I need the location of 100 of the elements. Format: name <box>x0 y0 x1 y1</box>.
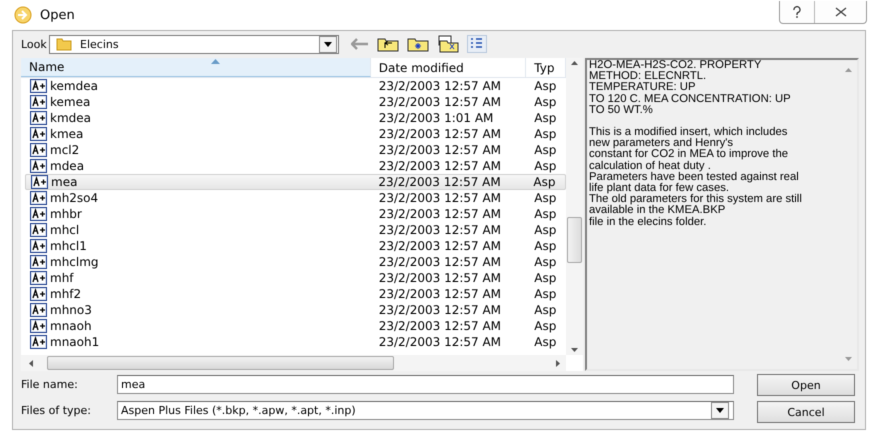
new-folder-icon[interactable] <box>407 36 429 52</box>
vertical-scrollbar[interactable] <box>566 58 583 355</box>
file-row[interactable]: mhno3 23/2/2003 12:57 AM Asp <box>25 302 566 318</box>
preview-text: H2O-MEA-H2S-CO2. PROPERTY <box>589 60 762 71</box>
file-row[interactable]: mnaoh1 23/2/2003 12:57 AM Asp <box>25 334 566 350</box>
file-name[interactable]: kemdea <box>50 79 98 93</box>
look-in-dropdown[interactable]: Elecins <box>49 34 339 54</box>
file-type-dropdown[interactable]: Aspen Plus Files (*.bkp, *.apw, *.apt, *.inp) <box>117 401 734 420</box>
file-name-label: File name: <box>21 378 79 391</box>
column-header[interactable]: Date modified <box>370 58 526 77</box>
type-cell-text: Asp <box>533 79 558 93</box>
file-name[interactable]: mhf <box>50 271 74 285</box>
preview-text: METHOD: ELECNRTL. <box>589 71 708 82</box>
scroll-up-arrow-icon[interactable] <box>571 61 578 65</box>
close-icon <box>834 7 846 17</box>
file-name[interactable]: mcl2 <box>50 143 80 157</box>
scroll-thumb[interactable] <box>47 356 394 370</box>
file-row[interactable]: mnaoh 23/2/2003 12:57 AM Asp <box>25 318 566 334</box>
file-type-label: Files of type: <box>21 404 92 417</box>
file-name[interactable]: mh2so4 <box>50 191 98 205</box>
date-cell-text: 23/2/2003 12:57 AM <box>378 319 502 333</box>
file-name[interactable]: mdea <box>50 159 84 173</box>
file-icon <box>30 303 47 317</box>
file-name[interactable]: mhclmg <box>50 255 99 269</box>
date-cell-text: 23/2/2003 12:57 AM <box>378 239 502 253</box>
details-view-icon[interactable] <box>467 35 487 53</box>
preview-text: file in the elecins folder. <box>589 216 708 228</box>
file-name[interactable]: kmea <box>50 127 84 141</box>
desktop-folder-icon[interactable] <box>437 35 459 53</box>
date-cell-text: 23/2/2003 12:57 AM <box>378 127 502 141</box>
type-cell-text: Asp <box>533 255 558 269</box>
type-cell-text: Asp <box>533 159 558 173</box>
file-row[interactable]: kemdea 23/2/2003 12:57 AM Asp <box>25 78 566 94</box>
dialog-button[interactable]: Cancel <box>757 401 855 423</box>
column-header[interactable]: Name <box>21 58 371 77</box>
file-icon <box>30 95 47 109</box>
file-name[interactable]: kmdea <box>50 111 91 125</box>
date-cell-text: 23/2/2003 12:57 AM <box>378 335 502 349</box>
file-row[interactable]: mh2so4 23/2/2003 12:57 AM Asp <box>25 190 566 206</box>
file-icon <box>30 111 47 125</box>
file-icon <box>30 239 47 253</box>
date-cell-text: 23/2/2003 12:57 AM <box>378 287 502 301</box>
file-row[interactable]: mea 23/2/2003 12:57 AM Asp <box>25 174 566 190</box>
file-row[interactable]: mhcl 23/2/2003 12:57 AM Asp <box>25 222 566 238</box>
file-icon <box>30 127 47 141</box>
preview-text: available in the KMEA.BKP <box>589 205 726 216</box>
date-cell-text: 23/2/2003 1:01 AM <box>378 111 494 125</box>
file-name-field[interactable]: mea <box>117 375 734 394</box>
file-row[interactable]: mhbr 23/2/2003 12:57 AM Asp <box>25 206 566 222</box>
file-icon <box>30 255 47 269</box>
file-name[interactable]: mea <box>51 175 78 189</box>
preview-text: The old parameters for this system are still <box>589 194 803 206</box>
file-row[interactable]: mhf2 23/2/2003 12:57 AM Asp <box>25 286 566 302</box>
look-in-label: Look <box>21 38 48 50</box>
file-icon <box>30 207 47 221</box>
date-cell-text: 23/2/2003 12:57 AM <box>378 271 502 285</box>
preview-text: calculation of heat duty . <box>589 160 711 172</box>
file-row[interactable]: mhclmg 23/2/2003 12:57 AM Asp <box>25 254 566 270</box>
preview-text: TEMPERATURE: UP <box>589 82 696 94</box>
date-cell-text: 23/2/2003 12:57 AM <box>378 255 502 269</box>
file-icon <box>30 191 47 205</box>
file-row[interactable]: mhcl1 23/2/2003 12:57 AM Asp <box>25 238 566 254</box>
type-cell-text: Asp <box>533 271 558 285</box>
sort-arrow-icon <box>211 59 220 64</box>
type-cell-text: Asp <box>533 127 558 141</box>
file-row[interactable]: kmea 23/2/2003 12:57 AM Asp <box>25 126 566 142</box>
file-name[interactable]: mnaoh1 <box>50 335 100 349</box>
horizontal-scrollbar[interactable] <box>21 355 566 371</box>
preview-text: life plant data for few cases. <box>589 183 730 194</box>
scroll-thumb[interactable] <box>567 217 582 263</box>
type-cell-text: Asp <box>533 303 558 317</box>
file-row[interactable]: mdea 23/2/2003 12:57 AM Asp <box>25 158 566 174</box>
file-row[interactable]: mcl2 23/2/2003 12:57 AM Asp <box>25 142 566 158</box>
type-cell-text: Asp <box>533 335 558 349</box>
file-name[interactable]: mhf2 <box>50 287 82 301</box>
file-name[interactable]: mhbr <box>50 207 82 221</box>
date-cell-text: 23/2/2003 12:57 AM <box>378 223 502 237</box>
file-icon <box>30 271 47 285</box>
file-row[interactable]: kemea 23/2/2003 12:57 AM Asp <box>25 94 566 110</box>
date-cell-text: 23/2/2003 12:57 AM <box>378 207 502 221</box>
type-cell-text: Asp <box>533 223 558 237</box>
file-name[interactable]: kemea <box>50 95 90 109</box>
file-name[interactable]: mhcl <box>50 223 80 237</box>
file-row[interactable]: mhf 23/2/2003 12:57 AM Asp <box>25 270 566 286</box>
scroll-left-arrow-icon[interactable] <box>29 360 33 366</box>
scroll-right-arrow-icon[interactable] <box>556 360 560 366</box>
date-cell-text: 23/2/2003 12:57 AM <box>378 159 502 173</box>
file-name[interactable]: mnaoh <box>50 319 92 333</box>
file-icon <box>30 335 47 349</box>
date-cell-text: 23/2/2003 12:57 AM <box>378 191 502 205</box>
type-cell-text: Asp <box>532 175 556 189</box>
dialog-button[interactable]: Open <box>757 374 855 396</box>
file-name[interactable]: mhno3 <box>50 303 92 317</box>
file-row[interactable]: kmdea 23/2/2003 1:01 AM Asp <box>25 110 566 126</box>
up-folder-icon[interactable] <box>377 36 399 52</box>
preview-text: This is a modified insert, which includes <box>589 127 788 138</box>
scroll-down-arrow-icon[interactable] <box>571 348 578 352</box>
type-cell-text: Asp <box>533 143 558 157</box>
file-name[interactable]: mhcl1 <box>50 239 87 253</box>
preview-text: TO 50 WT.% <box>589 104 654 116</box>
